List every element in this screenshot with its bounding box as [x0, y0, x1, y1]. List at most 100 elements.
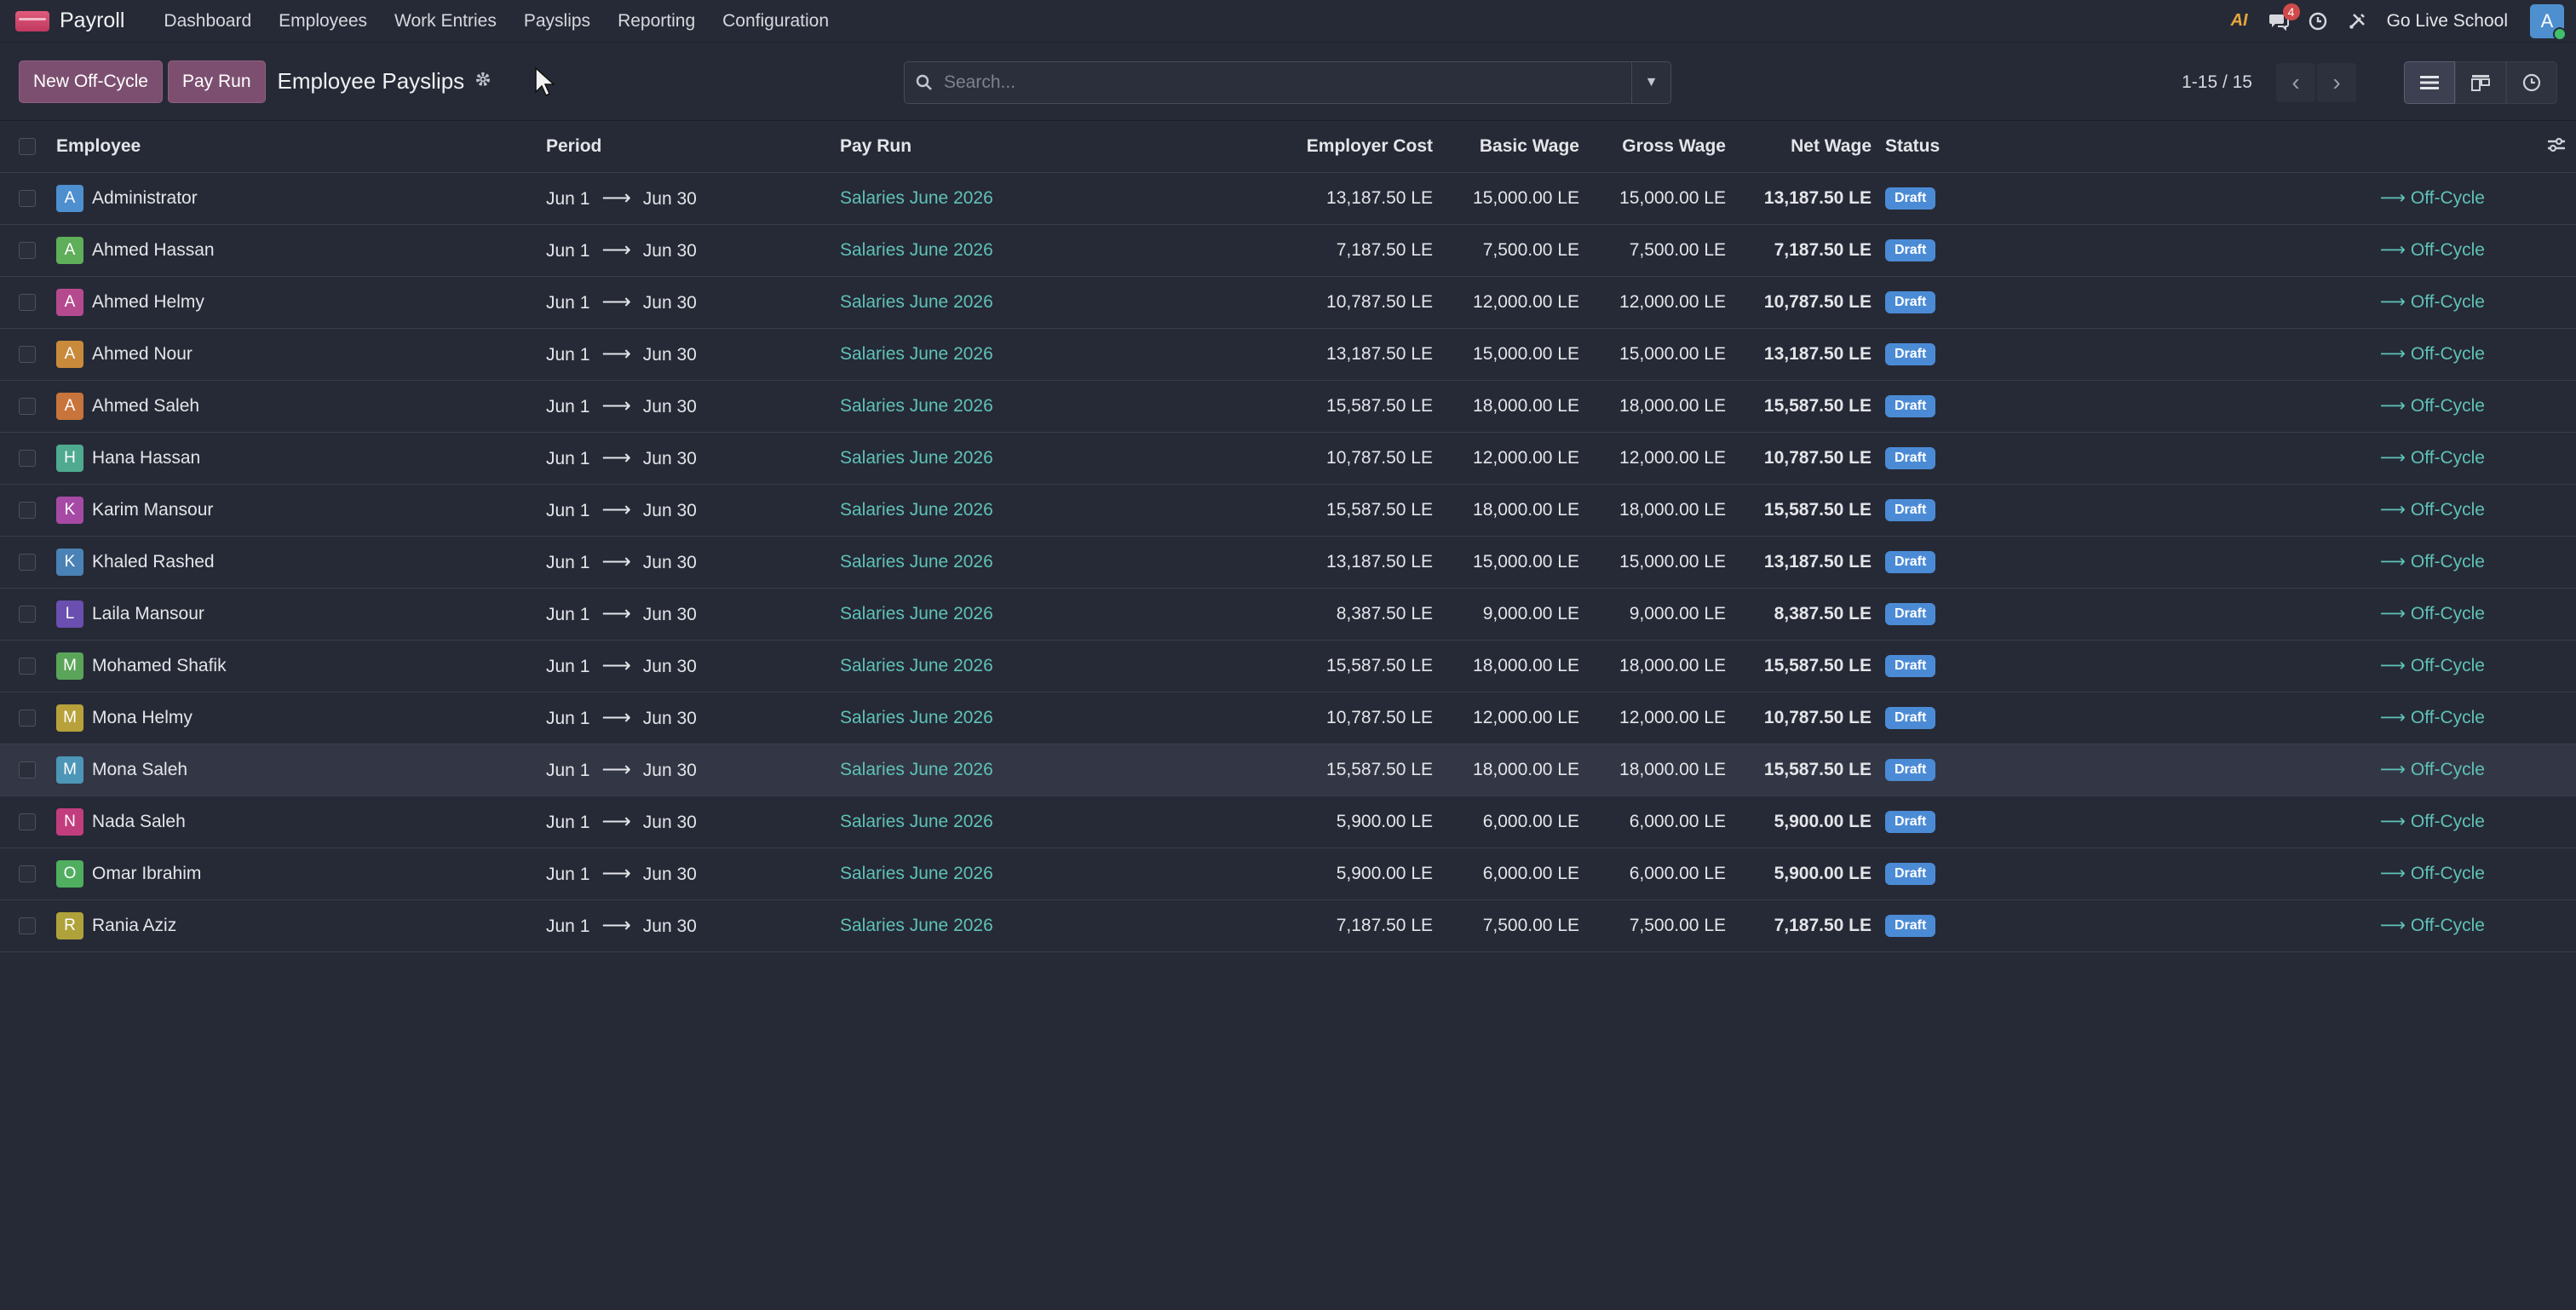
user-avatar[interactable]: A: [2530, 3, 2567, 41]
period-from: Jun 1: [546, 501, 590, 520]
row-checkbox[interactable]: [19, 916, 36, 934]
menu-employees[interactable]: Employees: [265, 11, 381, 32]
table-row[interactable]: A Administrator Jun 1 ⟶ Jun 30 Salaries Ju…: [0, 172, 2576, 224]
employer-cost-cell: 15,587.50 LE: [1326, 655, 1433, 675]
menu-configuration[interactable]: Configuration: [709, 11, 842, 32]
table-row[interactable]: A Ahmed Hassan Jun 1 ⟶ Jun 30 Salaries Jun…: [0, 224, 2576, 276]
gross-wage-cell: 15,000.00 LE: [1619, 551, 1726, 572]
arrow-right-icon: ⟶: [2379, 240, 2411, 260]
pay-run-link[interactable]: Salaries June 2026: [840, 916, 993, 935]
table-row[interactable]: L Laila Mansour Jun 1 ⟶ Jun 30 Salaries Ju…: [0, 588, 2576, 640]
activity-clock-icon[interactable]: [2305, 9, 2331, 34]
pay-run-link[interactable]: Salaries June 2026: [840, 188, 993, 208]
table-row[interactable]: K Khaled Rashed Jun 1 ⟶ Jun 30 Salaries Ju…: [0, 536, 2576, 588]
kanban-view-button[interactable]: [2455, 61, 2506, 104]
table-row[interactable]: M Mona Helmy Jun 1 ⟶ Jun 30 Salaries June …: [0, 692, 2576, 744]
search-input[interactable]: [944, 72, 1631, 93]
list-view-button[interactable]: [2404, 61, 2455, 104]
company-switcher[interactable]: Go Live School: [2387, 11, 2508, 32]
arrow-right-icon: ⟶: [601, 914, 631, 937]
table-row[interactable]: K Karim Mansour Jun 1 ⟶ Jun 30 Salaries Ju…: [0, 484, 2576, 536]
ai-icon[interactable]: AI: [2227, 9, 2252, 34]
table-row[interactable]: N Nada Saleh Jun 1 ⟶ Jun 30 Salaries June …: [0, 796, 2576, 847]
pay-run-link[interactable]: Salaries June 2026: [840, 812, 993, 831]
new-off-cycle-button[interactable]: New Off-Cycle: [19, 60, 163, 103]
select-all-checkbox[interactable]: [19, 138, 36, 156]
row-checkbox[interactable]: [19, 865, 36, 882]
column-employee[interactable]: Employee: [49, 121, 539, 172]
pay-run-link[interactable]: Salaries June 2026: [840, 240, 993, 260]
basic-wage-cell: 9,000.00 LE: [1482, 603, 1579, 623]
row-checkbox[interactable]: [19, 709, 36, 727]
table-row[interactable]: M Mona Saleh Jun 1 ⟶ Jun 30 Salaries June …: [0, 744, 2576, 796]
period-to: Jun 30: [642, 189, 697, 209]
pay-run-link[interactable]: Salaries June 2026: [840, 656, 993, 675]
column-pay-run[interactable]: Pay Run: [833, 121, 1221, 172]
app-name[interactable]: Payroll: [60, 9, 124, 33]
column-status[interactable]: Status: [1878, 121, 2151, 172]
pay-run-link[interactable]: Salaries June 2026: [840, 708, 993, 727]
employer-cost-cell: 5,900.00 LE: [1336, 863, 1433, 883]
period-to: Jun 30: [642, 553, 697, 572]
search-options-toggle[interactable]: ▼: [1631, 62, 1670, 103]
row-checkbox[interactable]: [19, 345, 36, 363]
status-badge: Draft: [1885, 863, 1936, 885]
period-cell: Jun 1 ⟶ Jun 30: [539, 536, 833, 588]
pay-run-link[interactable]: Salaries June 2026: [840, 864, 993, 883]
column-basic-wage[interactable]: Basic Wage: [1440, 121, 1586, 172]
pay-run-button[interactable]: Pay Run: [167, 60, 266, 103]
row-checkbox[interactable]: [19, 241, 36, 259]
gear-icon[interactable]: [474, 71, 492, 93]
pay-run-link[interactable]: Salaries June 2026: [840, 396, 993, 416]
row-checkbox[interactable]: [19, 293, 36, 311]
arrow-right-icon: ⟶: [601, 810, 631, 833]
pay-run-link[interactable]: Salaries June 2026: [840, 344, 993, 364]
table-row[interactable]: H Hana Hassan Jun 1 ⟶ Jun 30 Salaries June…: [0, 432, 2576, 484]
pay-run-link[interactable]: Salaries June 2026: [840, 552, 993, 572]
pay-run-link[interactable]: Salaries June 2026: [840, 604, 993, 623]
optional-columns-icon[interactable]: [2547, 135, 2566, 157]
arrow-right-icon: ⟶: [2379, 292, 2411, 312]
row-checkbox[interactable]: [19, 397, 36, 415]
menu-payslips[interactable]: Payslips: [510, 11, 604, 32]
row-checkbox[interactable]: [19, 553, 36, 571]
row-checkbox[interactable]: [19, 657, 36, 675]
employer-cost-cell: 7,187.50 LE: [1336, 239, 1433, 260]
menu-reporting[interactable]: Reporting: [604, 11, 709, 32]
pay-run-link[interactable]: Salaries June 2026: [840, 448, 993, 468]
table-row[interactable]: M Mohamed Shafik Jun 1 ⟶ Jun 30 Salaries J…: [0, 640, 2576, 692]
column-period[interactable]: Period: [539, 121, 833, 172]
row-checkbox[interactable]: [19, 449, 36, 467]
off-cycle-label: Off-Cycle: [2410, 292, 2485, 312]
row-checkbox[interactable]: [19, 605, 36, 623]
activity-view-button[interactable]: [2506, 61, 2557, 104]
pager-value[interactable]: 1-15 / 15: [2182, 72, 2252, 93]
column-gross-wage[interactable]: Gross Wage: [1586, 121, 1733, 172]
table-row[interactable]: R Rania Aziz Jun 1 ⟶ Jun 30 Salaries June …: [0, 899, 2576, 951]
row-checkbox[interactable]: [19, 761, 36, 779]
off-cycle-label: Off-Cycle: [2410, 240, 2485, 260]
pay-run-link[interactable]: Salaries June 2026: [840, 292, 993, 312]
table-row[interactable]: A Ahmed Helmy Jun 1 ⟶ Jun 30 Salaries June…: [0, 276, 2576, 328]
row-checkbox[interactable]: [19, 813, 36, 830]
table-row[interactable]: A Ahmed Saleh Jun 1 ⟶ Jun 30 Salaries June…: [0, 380, 2576, 432]
pay-run-link[interactable]: Salaries June 2026: [840, 500, 993, 520]
menu-dashboard[interactable]: Dashboard: [150, 11, 265, 32]
payroll-app-icon[interactable]: [15, 10, 49, 32]
debug-tools-icon[interactable]: [2344, 9, 2370, 34]
row-checkbox[interactable]: [19, 189, 36, 207]
table-row[interactable]: A Ahmed Nour Jun 1 ⟶ Jun 30 Salaries June …: [0, 328, 2576, 380]
period-to: Jun 30: [642, 501, 697, 520]
column-net-wage[interactable]: Net Wage: [1733, 121, 1878, 172]
row-checkbox[interactable]: [19, 501, 36, 519]
menu-work-entries[interactable]: Work Entries: [381, 11, 510, 32]
table-row[interactable]: O Omar Ibrahim Jun 1 ⟶ Jun 30 Salaries Jun…: [0, 847, 2576, 899]
pay-run-link[interactable]: Salaries June 2026: [840, 760, 993, 779]
pager-next-button[interactable]: ›: [2317, 63, 2356, 102]
kanban-view-icon: [2471, 75, 2490, 91]
off-cycle-label: Off-Cycle: [2410, 396, 2485, 416]
column-employer-cost[interactable]: Employer Cost: [1221, 121, 1440, 172]
pager-previous-button[interactable]: ‹: [2276, 63, 2315, 102]
messages-icon[interactable]: 4: [2266, 3, 2300, 34]
net-wage-cell: 13,187.50 LE: [1763, 187, 1872, 208]
